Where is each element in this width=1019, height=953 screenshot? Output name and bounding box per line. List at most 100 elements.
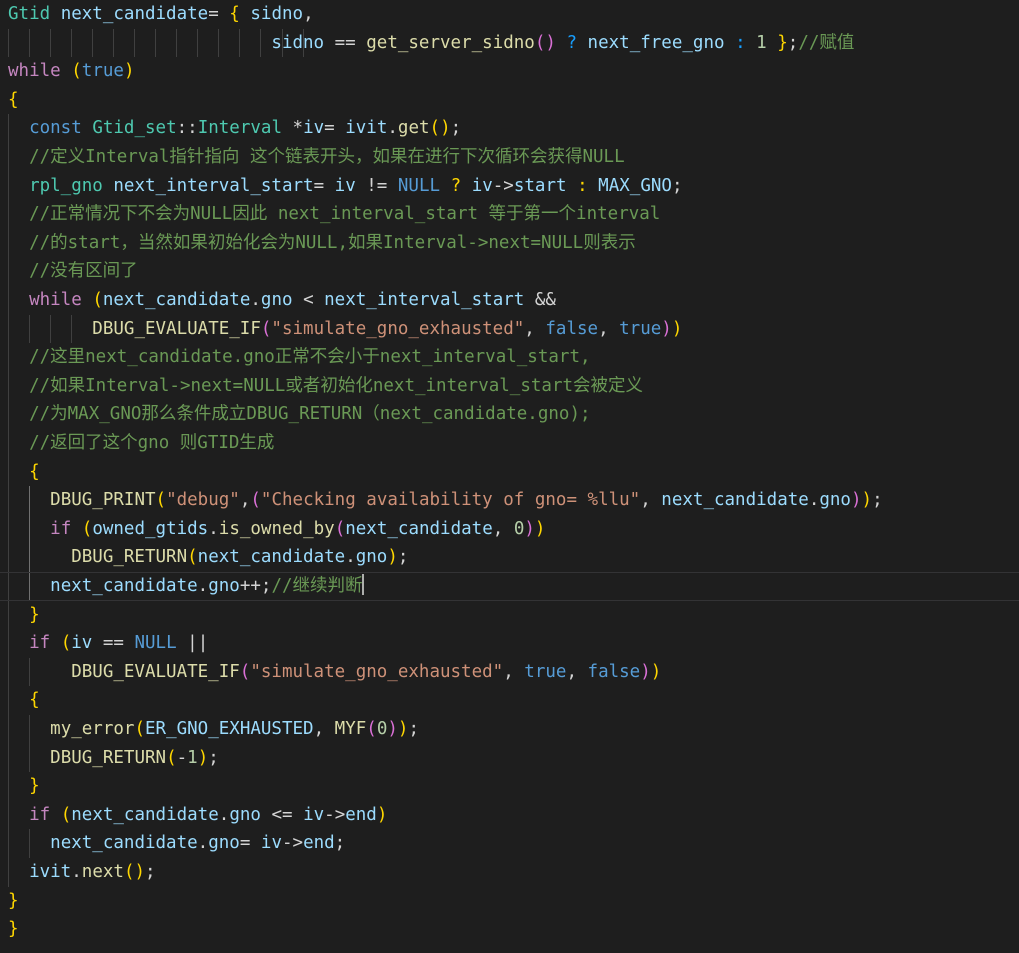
code-line[interactable]: }: [0, 600, 1019, 630]
code-token-br1: (: [366, 719, 377, 739]
code-editor-surface[interactable]: Gtid next_candidate= { sidno, sidno == g…: [0, 0, 1019, 953]
code-token-pn: ,: [598, 318, 620, 339]
code-token-pn: .: [808, 490, 820, 511]
code-token-pn: [567, 176, 578, 196]
code-line-text: }: [8, 887, 19, 916]
code-line[interactable]: if (next_candidate.gno <= iv->end): [0, 800, 1019, 830]
code-line[interactable]: if (owned_gtids.is_owned_by(next_candida…: [0, 514, 1019, 544]
code-line[interactable]: //定义Interval指针指向 这个链表开头，如果在进行下次循环会获得NULL: [0, 143, 1019, 172]
code-token-var: gno: [208, 576, 240, 596]
code-token-cmt: //这里next_candidate.gno正常不会小于next_interva…: [29, 347, 591, 368]
code-token-num: 1: [756, 32, 767, 53]
code-token-pn: [8, 347, 29, 367]
code-token-var: next_interval_start: [113, 175, 314, 196]
code-line[interactable]: rpl_gno next_interval_start= iv != NULL …: [0, 171, 1019, 201]
code-token-pn: [8, 776, 29, 796]
code-token-br1: ): [524, 518, 535, 539]
code-token-pn: [50, 4, 61, 24]
code-line[interactable]: DBUG_RETURN(-1);: [0, 743, 1019, 773]
code-token-br0: (: [71, 61, 82, 82]
code-token-num: 0: [513, 518, 525, 539]
code-line[interactable]: while (true): [0, 57, 1019, 86]
code-token-br1: ): [640, 661, 651, 682]
code-token-pn: [8, 33, 271, 53]
code-token-var: next_candidate: [345, 518, 493, 539]
code-token-var: ivit: [345, 118, 388, 139]
code-token-pn: [8, 290, 29, 310]
code-line-text: if (next_candidate.gno <= iv->end): [8, 801, 387, 830]
code-token-br1: (: [250, 490, 261, 511]
code-token-var: next_interval_start: [324, 290, 525, 310]
code-token-br0: (: [60, 804, 72, 825]
code-line[interactable]: }: [0, 915, 1019, 944]
code-token-pn: ->: [281, 833, 304, 854]
code-line[interactable]: DBUG_EVALUATE_IF("simulate_gno_exhausted…: [0, 314, 1019, 344]
code-token-br0: (: [60, 633, 72, 654]
code-line[interactable]: DBUG_PRINT("debug",("Checking availabili…: [0, 486, 1019, 515]
code-token-pn: [8, 862, 29, 882]
code-line-active[interactable]: next_candidate.gno++;//继续判断: [0, 572, 1019, 601]
code-line[interactable]: }: [0, 772, 1019, 801]
code-line[interactable]: {: [0, 457, 1019, 487]
code-line[interactable]: DBUG_RETURN(next_candidate.gno);: [0, 543, 1019, 572]
code-line-text: //没有区间了: [8, 257, 138, 286]
code-token-pn: .: [208, 518, 219, 539]
code-line[interactable]: sidno == get_server_sidno() ? next_free_…: [0, 28, 1019, 58]
code-token-pn: [8, 233, 29, 253]
code-line[interactable]: ivit.next();: [0, 858, 1019, 887]
code-token-fn: my_error: [50, 719, 135, 739]
code-token-typ: Gtid: [8, 4, 51, 24]
code-token-pn: [8, 748, 50, 768]
code-line-text: }: [8, 601, 40, 630]
code-line[interactable]: {: [0, 86, 1019, 115]
code-token-pn: ;: [450, 118, 462, 139]
code-token-pn: [8, 118, 29, 138]
code-token-str: "debug": [166, 490, 240, 511]
code-line[interactable]: //没有区间了: [0, 257, 1019, 286]
code-token-br1: (: [260, 318, 272, 339]
code-line[interactable]: //的start，当然如果初始化会为NULL,如果Interval->next=…: [0, 228, 1019, 258]
code-line[interactable]: if (iv == NULL ||: [0, 629, 1019, 658]
code-token-fn: DBUG_RETURN: [71, 547, 188, 568]
code-line[interactable]: //为MAX_GNO那么条件成立DBUG_RETURN（next_candida…: [0, 400, 1019, 429]
code-line[interactable]: //这里next_candidate.gno正常不会小于next_interva…: [0, 343, 1019, 372]
code-token-kw: if: [29, 633, 51, 654]
code-token-kw2: NULL: [397, 175, 441, 196]
code-token-br1: ): [387, 719, 398, 739]
code-token-pn: ;: [671, 175, 683, 196]
code-token-pn: <=: [260, 804, 304, 825]
code-line[interactable]: }: [0, 887, 1019, 916]
text-cursor: [361, 574, 364, 595]
code-token-br0: (: [81, 518, 93, 539]
code-token-fn: DBUG_PRINT: [50, 490, 156, 511]
code-token-pn: .: [71, 862, 82, 882]
code-line[interactable]: {: [0, 686, 1019, 715]
code-token-pn: [82, 290, 93, 310]
code-token-br0: ): [397, 719, 409, 739]
code-token-br0: ): [861, 490, 873, 511]
code-line[interactable]: const Gtid_set::Interval *iv= ivit.get()…: [0, 114, 1019, 143]
code-line[interactable]: Gtid next_candidate= { sidno,: [0, 0, 1019, 29]
code-token-br1: (: [334, 518, 346, 539]
code-line[interactable]: //返回了这个gno 则GTID生成: [0, 429, 1019, 458]
code-token-pn: [725, 33, 736, 53]
code-token-pn: =: [208, 4, 230, 24]
code-token-pn: ,: [313, 719, 335, 739]
code-token-var: gno: [260, 290, 293, 310]
code-line[interactable]: //如果Interval->next=NULL或者初始化next_interva…: [0, 371, 1019, 401]
code-token-br0: }: [29, 604, 40, 625]
code-token-pn: [8, 662, 71, 682]
code-token-br0: (: [92, 290, 103, 310]
code-line[interactable]: DBUG_EVALUATE_IF("simulate_gno_exhausted…: [0, 657, 1019, 687]
code-line[interactable]: my_error(ER_GNO_EXHAUSTED, MYF(0));: [0, 715, 1019, 744]
code-token-pn: =: [313, 175, 335, 196]
code-token-fn: next: [81, 862, 124, 882]
code-token-pn: ,: [492, 518, 514, 539]
code-line[interactable]: while (next_candidate.gno < next_interva…: [0, 286, 1019, 315]
code-token-br0: ): [671, 318, 683, 339]
code-line-text: while (next_candidate.gno < next_interva…: [8, 286, 556, 315]
code-token-br0: (): [429, 118, 451, 139]
code-line[interactable]: //正常情况下不会为NULL因此 next_interval_start 等于第…: [0, 200, 1019, 229]
code-line[interactable]: next_candidate.gno= iv->end;: [0, 829, 1019, 858]
code-token-pn: [8, 261, 29, 281]
